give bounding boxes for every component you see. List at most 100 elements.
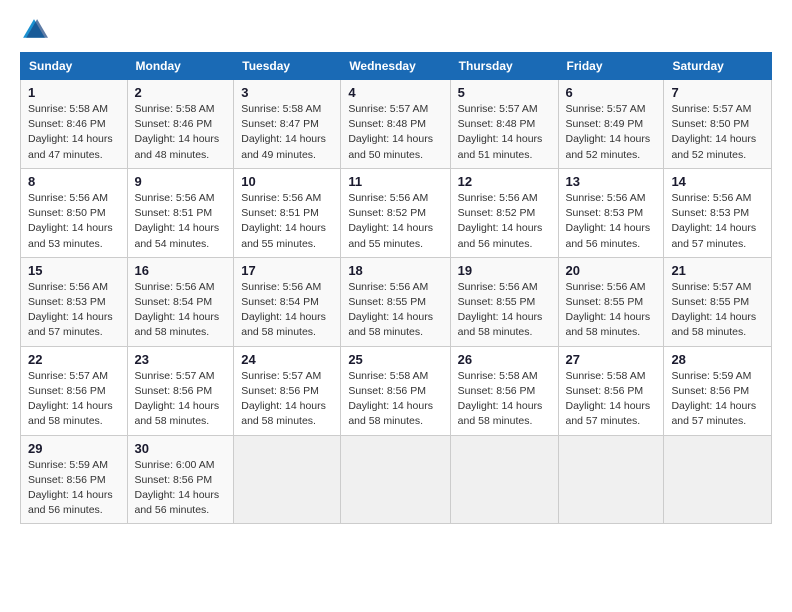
day-number: 23	[135, 352, 227, 367]
day-number: 14	[671, 174, 764, 189]
day-detail: Sunrise: 5:56 AM Sunset: 8:52 PM Dayligh…	[348, 191, 442, 252]
day-detail: Sunrise: 5:57 AM Sunset: 8:55 PM Dayligh…	[671, 280, 764, 341]
day-cell: 28Sunrise: 5:59 AM Sunset: 8:56 PM Dayli…	[664, 346, 772, 435]
day-cell: 22 Sunrise: 5:57 AM Sunset: 8:56 PM Dayli…	[21, 346, 128, 435]
day-cell: 2Sunrise: 5:58 AM Sunset: 8:46 PM Daylig…	[127, 80, 234, 169]
day-cell: 17 Sunrise: 5:56 AM Sunset: 8:54 PM Dayli…	[234, 257, 341, 346]
day-cell: 11Sunrise: 5:56 AM Sunset: 8:52 PM Dayli…	[341, 168, 450, 257]
day-cell: 6Sunrise: 5:57 AM Sunset: 8:49 PM Daylig…	[558, 80, 664, 169]
day-cell: 23 Sunrise: 5:57 AM Sunset: 8:56 PM Dayli…	[127, 346, 234, 435]
day-number: 6	[566, 85, 657, 100]
logo-icon	[20, 16, 48, 44]
day-detail: Sunrise: 5:56 AM Sunset: 8:55 PM Dayligh…	[566, 280, 657, 341]
calendar-header-row: SundayMondayTuesdayWednesdayThursdayFrid…	[21, 53, 772, 80]
day-cell: 26 Sunrise: 5:58 AM Sunset: 8:56 PM Dayli…	[450, 346, 558, 435]
col-header-saturday: Saturday	[664, 53, 772, 80]
logo	[20, 16, 52, 44]
day-detail: Sunrise: 5:56 AM Sunset: 8:55 PM Dayligh…	[348, 280, 442, 341]
day-cell: 4 Sunrise: 5:57 AM Sunset: 8:48 PM Daylig…	[341, 80, 450, 169]
day-cell: 12 Sunrise: 5:56 AM Sunset: 8:52 PM Dayli…	[450, 168, 558, 257]
day-detail: Sunrise: 5:59 AM Sunset: 8:56 PM Dayligh…	[671, 369, 764, 430]
day-detail: Sunrise: 5:56 AM Sunset: 8:50 PM Dayligh…	[28, 191, 120, 252]
day-detail: Sunrise: 5:56 AM Sunset: 8:55 PM Dayligh…	[458, 280, 551, 341]
day-number: 5	[458, 85, 551, 100]
day-cell: 5 Sunrise: 5:57 AM Sunset: 8:48 PM Daylig…	[450, 80, 558, 169]
day-detail: Sunrise: 5:56 AM Sunset: 8:51 PM Dayligh…	[135, 191, 227, 252]
day-cell: 1Sunrise: 5:58 AM Sunset: 8:46 PM Daylig…	[21, 80, 128, 169]
week-row-4: 22 Sunrise: 5:57 AM Sunset: 8:56 PM Dayli…	[21, 346, 772, 435]
day-number: 9	[135, 174, 227, 189]
day-number: 29	[28, 441, 120, 456]
day-cell: 30 Sunrise: 6:00 AM Sunset: 8:56 PM Dayli…	[127, 435, 234, 524]
day-detail: Sunrise: 6:00 AM Sunset: 8:56 PM Dayligh…	[135, 458, 227, 519]
day-cell: 9 Sunrise: 5:56 AM Sunset: 8:51 PM Daylig…	[127, 168, 234, 257]
day-number: 1	[28, 85, 120, 100]
day-cell: 27 Sunrise: 5:58 AM Sunset: 8:56 PM Dayli…	[558, 346, 664, 435]
day-detail: Sunrise: 5:59 AM Sunset: 8:56 PM Dayligh…	[28, 458, 120, 519]
day-cell	[558, 435, 664, 524]
day-number: 17	[241, 263, 333, 278]
day-number: 12	[458, 174, 551, 189]
day-number: 3	[241, 85, 333, 100]
col-header-friday: Friday	[558, 53, 664, 80]
day-number: 13	[566, 174, 657, 189]
day-number: 4	[348, 85, 442, 100]
day-cell: 15 Sunrise: 5:56 AM Sunset: 8:53 PM Dayli…	[21, 257, 128, 346]
week-row-5: 29 Sunrise: 5:59 AM Sunset: 8:56 PM Dayli…	[21, 435, 772, 524]
page: SundayMondayTuesdayWednesdayThursdayFrid…	[0, 0, 792, 612]
day-number: 22	[28, 352, 120, 367]
week-row-1: 1 Sunrise: 5:58 AM Sunset: 8:46 PM Daylig…	[21, 80, 772, 169]
day-cell: 29 Sunrise: 5:59 AM Sunset: 8:56 PM Dayli…	[21, 435, 128, 524]
day-cell: 13 Sunrise: 5:56 AM Sunset: 8:53 PM Dayli…	[558, 168, 664, 257]
day-number: 8	[28, 174, 120, 189]
day-detail: Sunrise: 5:56 AM Sunset: 8:54 PM Dayligh…	[135, 280, 227, 341]
day-detail: Sunrise: 5:56 AM Sunset: 8:54 PM Dayligh…	[241, 280, 333, 341]
day-number: 24	[241, 352, 333, 367]
day-number: 18	[348, 263, 442, 278]
day-cell: 3 Sunrise: 5:58 AM Sunset: 8:47 PM Daylig…	[234, 80, 341, 169]
day-number: 21	[671, 263, 764, 278]
day-detail: Sunrise: 5:56 AM Sunset: 8:52 PM Dayligh…	[458, 191, 551, 252]
day-number: 30	[135, 441, 227, 456]
day-detail: Sunrise: 5:57 AM Sunset: 8:50 PM Dayligh…	[671, 102, 764, 163]
day-detail: Sunrise: 5:57 AM Sunset: 8:48 PM Dayligh…	[348, 102, 442, 163]
day-detail: Sunrise: 5:57 AM Sunset: 8:56 PM Dayligh…	[135, 369, 227, 430]
day-cell: 16 Sunrise: 5:56 AM Sunset: 8:54 PM Dayli…	[127, 257, 234, 346]
day-number: 15	[28, 263, 120, 278]
day-number: 27	[566, 352, 657, 367]
day-detail: Sunrise: 5:56 AM Sunset: 8:51 PM Dayligh…	[241, 191, 333, 252]
day-detail: Sunrise: 5:58 AM Sunset: 8:56 PM Dayligh…	[458, 369, 551, 430]
day-detail: Sunrise: 5:58 AM Sunset: 8:47 PM Dayligh…	[241, 102, 333, 163]
day-number: 10	[241, 174, 333, 189]
day-detail: Sunrise: 5:58 AM Sunset: 8:56 PM Dayligh…	[566, 369, 657, 430]
col-header-wednesday: Wednesday	[341, 53, 450, 80]
day-cell	[234, 435, 341, 524]
day-cell: 8 Sunrise: 5:56 AM Sunset: 8:50 PM Daylig…	[21, 168, 128, 257]
day-cell: 21 Sunrise: 5:57 AM Sunset: 8:55 PM Dayli…	[664, 257, 772, 346]
day-cell	[341, 435, 450, 524]
day-cell: 20Sunrise: 5:56 AM Sunset: 8:55 PM Dayli…	[558, 257, 664, 346]
day-number: 16	[135, 263, 227, 278]
day-cell	[450, 435, 558, 524]
col-header-monday: Monday	[127, 53, 234, 80]
day-detail: Sunrise: 5:56 AM Sunset: 8:53 PM Dayligh…	[28, 280, 120, 341]
week-row-3: 15 Sunrise: 5:56 AM Sunset: 8:53 PM Dayli…	[21, 257, 772, 346]
day-cell: 19Sunrise: 5:56 AM Sunset: 8:55 PM Dayli…	[450, 257, 558, 346]
calendar-table: SundayMondayTuesdayWednesdayThursdayFrid…	[20, 52, 772, 524]
col-header-tuesday: Tuesday	[234, 53, 341, 80]
col-header-thursday: Thursday	[450, 53, 558, 80]
day-detail: Sunrise: 5:58 AM Sunset: 8:56 PM Dayligh…	[348, 369, 442, 430]
day-detail: Sunrise: 5:58 AM Sunset: 8:46 PM Dayligh…	[135, 102, 227, 163]
week-row-2: 8 Sunrise: 5:56 AM Sunset: 8:50 PM Daylig…	[21, 168, 772, 257]
day-detail: Sunrise: 5:56 AM Sunset: 8:53 PM Dayligh…	[566, 191, 657, 252]
day-detail: Sunrise: 5:57 AM Sunset: 8:56 PM Dayligh…	[241, 369, 333, 430]
day-cell: 10 Sunrise: 5:56 AM Sunset: 8:51 PM Dayli…	[234, 168, 341, 257]
day-cell: 24 Sunrise: 5:57 AM Sunset: 8:56 PM Dayli…	[234, 346, 341, 435]
day-detail: Sunrise: 5:57 AM Sunset: 8:56 PM Dayligh…	[28, 369, 120, 430]
header	[20, 16, 772, 44]
day-cell	[664, 435, 772, 524]
day-number: 26	[458, 352, 551, 367]
day-cell: 7Sunrise: 5:57 AM Sunset: 8:50 PM Daylig…	[664, 80, 772, 169]
day-detail: Sunrise: 5:57 AM Sunset: 8:48 PM Dayligh…	[458, 102, 551, 163]
day-detail: Sunrise: 5:56 AM Sunset: 8:53 PM Dayligh…	[671, 191, 764, 252]
